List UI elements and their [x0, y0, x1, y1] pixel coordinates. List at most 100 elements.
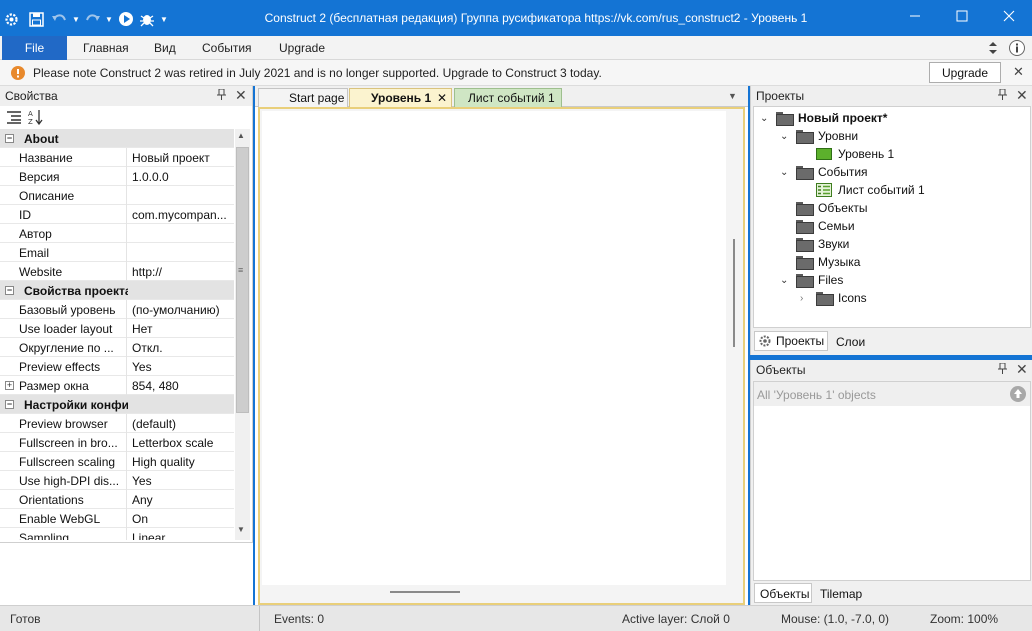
property-value[interactable]: High quality — [126, 452, 234, 471]
property-name: Настройки конфигурации — [24, 398, 128, 412]
property-row[interactable]: Enable WebGL On — [0, 509, 234, 528]
tree-item-event-sheet-1[interactable]: Лист событий 1 — [816, 182, 925, 198]
minimize-button[interactable] — [892, 0, 938, 32]
ribbon-collapse-icon[interactable] — [986, 39, 1000, 57]
categorized-sort-icon[interactable] — [6, 110, 22, 124]
property-value[interactable]: Откл. — [126, 338, 234, 357]
vertical-scroll-thumb[interactable] — [733, 239, 735, 347]
pin-icon[interactable] — [998, 362, 1007, 377]
tab-close-icon[interactable]: ✕ — [437, 91, 447, 105]
tree-item-layouts[interactable]: ⌄ Уровни — [780, 128, 858, 144]
tree-item-project[interactable]: ⌄ Новый проект* — [760, 110, 887, 126]
scroll-down-icon[interactable]: ▼ — [237, 525, 245, 534]
tree-item-music[interactable]: Музыка — [796, 254, 860, 270]
tree-item-families[interactable]: Семьи — [796, 218, 855, 234]
property-row[interactable]: ID com.mycompan... — [0, 205, 234, 224]
property-value[interactable]: Новый проект — [126, 148, 234, 167]
property-row[interactable]: Fullscreen scaling High quality — [0, 452, 234, 471]
tab-tilemap[interactable]: Tilemap — [820, 587, 862, 601]
upgrade-button[interactable]: Upgrade — [929, 62, 1001, 83]
tree-item-sounds[interactable]: Звуки — [796, 236, 849, 252]
property-row[interactable]: Название Новый проект — [0, 148, 234, 167]
property-value[interactable]: com.mycompan... — [126, 205, 234, 224]
collapsed-chevron-icon[interactable]: › — [800, 293, 812, 304]
property-row[interactable]: + Размер окна 854, 480 — [0, 376, 234, 395]
horizontal-scroll-thumb[interactable] — [390, 591, 460, 593]
property-row[interactable]: Описание — [0, 186, 234, 205]
property-value[interactable]: Yes — [126, 357, 234, 376]
property-value[interactable]: Linear — [126, 528, 234, 540]
property-row[interactable]: Fullscreen in bro... Letterbox scale — [0, 433, 234, 452]
property-row[interactable]: Версия 1.0.0.0 — [0, 167, 234, 186]
notice-close-icon[interactable]: ✕ — [1013, 64, 1024, 80]
property-value[interactable]: Нет — [126, 319, 234, 338]
close-icon[interactable]: ✕ — [235, 87, 247, 104]
layout-canvas[interactable] — [262, 111, 726, 585]
tree-item-files[interactable]: ⌄ Files — [780, 272, 843, 288]
scroll-thumb[interactable] — [236, 147, 249, 413]
tab-start-page[interactable]: Start page — [258, 88, 348, 107]
tab-view[interactable]: Вид — [154, 41, 176, 55]
scroll-up-icon[interactable]: ▲ — [237, 131, 245, 140]
expand-icon[interactable]: ⌄ — [760, 113, 772, 124]
property-row[interactable]: Use high-DPI dis... Yes — [0, 471, 234, 490]
maximize-button[interactable] — [939, 0, 985, 32]
alphabetical-sort-icon[interactable]: AZ — [28, 109, 44, 126]
expand-icon[interactable]: + — [5, 381, 14, 390]
up-level-icon[interactable] — [1009, 385, 1027, 403]
expand-icon[interactable]: ⌄ — [780, 275, 792, 286]
collapse-icon[interactable]: − — [5, 400, 14, 409]
tab-upgrade[interactable]: Upgrade — [279, 41, 325, 55]
expand-icon[interactable]: ⌄ — [780, 167, 792, 178]
tab-layers[interactable]: Слои — [836, 335, 865, 349]
property-value[interactable]: (default) — [126, 414, 234, 433]
tree-item-event-sheets[interactable]: ⌄ События — [780, 164, 868, 180]
property-category[interactable]: − Свойства проекта — [0, 281, 234, 300]
property-value[interactable]: (по-умолчанию) — [126, 300, 234, 319]
tree-item-layout-1[interactable]: Уровень 1 — [816, 146, 894, 162]
property-row[interactable]: Website http:// — [0, 262, 234, 281]
property-value[interactable]: On — [126, 509, 234, 528]
pin-icon[interactable] — [217, 88, 226, 103]
property-row[interactable]: Preview effects Yes — [0, 357, 234, 376]
close-button[interactable] — [986, 0, 1032, 32]
file-menu-button[interactable]: File — [2, 36, 67, 60]
tab-events[interactable]: События — [202, 41, 252, 55]
property-row[interactable]: Автор — [0, 224, 234, 243]
property-value[interactable]: 854, 480 — [126, 376, 234, 395]
property-value[interactable] — [126, 186, 234, 205]
tab-objects[interactable]: Объекты — [754, 583, 812, 603]
close-icon[interactable]: ✕ — [1016, 87, 1028, 104]
property-value[interactable] — [126, 224, 234, 243]
about-icon[interactable] — [1008, 39, 1026, 57]
property-category[interactable]: − About — [0, 129, 234, 148]
folder-icon — [776, 112, 794, 126]
tab-layout-1[interactable]: Уровень 1 ✕ — [349, 88, 452, 107]
property-category[interactable]: − Настройки конфигурации — [0, 395, 234, 414]
tab-event-sheet-1[interactable]: Лист событий 1 — [454, 88, 562, 107]
collapse-icon[interactable]: − — [5, 286, 14, 295]
tree-item-objects[interactable]: Объекты — [796, 200, 868, 216]
close-icon[interactable]: ✕ — [1016, 361, 1028, 378]
tab-projects[interactable]: Проекты — [754, 331, 828, 351]
properties-scrollbar[interactable]: ▲ ≡ ▼ — [235, 129, 250, 540]
property-value[interactable] — [126, 243, 234, 262]
property-value[interactable]: Letterbox scale — [126, 433, 234, 452]
tab-home[interactable]: Главная — [83, 41, 129, 55]
expand-icon[interactable]: ⌄ — [780, 131, 792, 142]
property-row[interactable]: Базовый уровень (по-умолчанию) — [0, 300, 234, 319]
property-row[interactable]: Orientations Any — [0, 490, 234, 509]
tree-item-icons[interactable]: › Icons — [800, 290, 867, 306]
pin-icon[interactable] — [998, 88, 1007, 103]
property-value[interactable]: 1.0.0.0 — [126, 167, 234, 186]
tab-list-dropdown-icon[interactable]: ▼ — [728, 91, 737, 101]
property-row[interactable]: Sampling Linear — [0, 528, 234, 540]
property-row[interactable]: Preview browser (default) — [0, 414, 234, 433]
property-value[interactable]: Yes — [126, 471, 234, 490]
property-row[interactable]: Email — [0, 243, 234, 262]
property-row[interactable]: Округление по ... Откл. — [0, 338, 234, 357]
collapse-icon[interactable]: − — [5, 134, 14, 143]
property-row[interactable]: Use loader layout Нет — [0, 319, 234, 338]
property-value[interactable]: Any — [126, 490, 234, 509]
property-value[interactable]: http:// — [126, 262, 234, 281]
